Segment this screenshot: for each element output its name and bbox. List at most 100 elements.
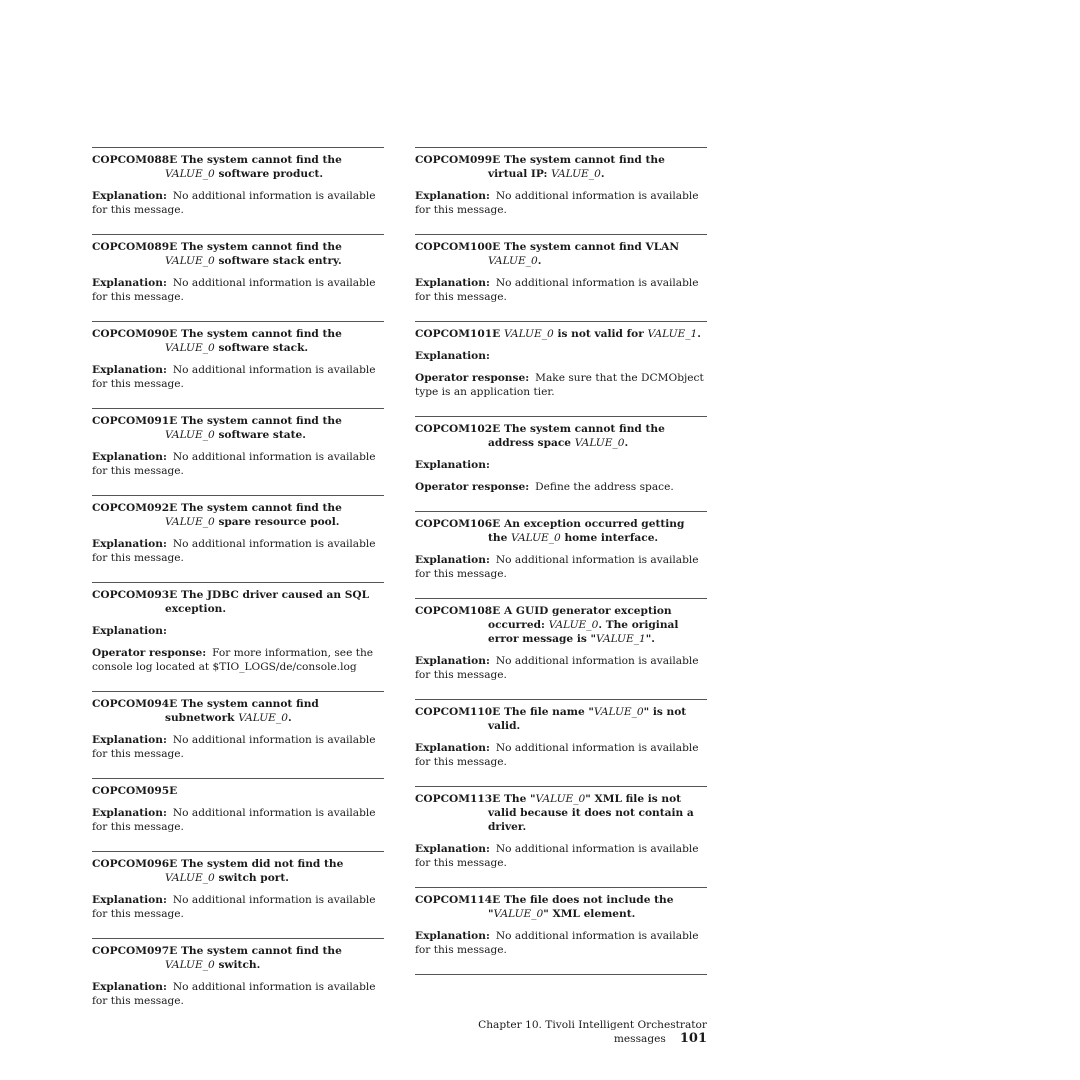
message-text: switch. [214,959,261,971]
explanation-paragraph: Explanation: No additional information is… [92,806,384,834]
message-title: COPCOM101E VALUE_0 is not valid for VALUE… [415,327,707,341]
message-variable: VALUE_0 [548,619,599,631]
explanation-label: Explanation: [92,734,167,746]
message-title: COPCOM110E The file name "VALUE_0" is not… [415,705,707,733]
message-text: switch port. [214,872,289,884]
message-entry: COPCOM101E VALUE_0 is not valid for VALUE… [415,321,707,399]
explanation-paragraph: Explanation: No additional information is… [415,276,707,304]
message-text: The " [504,793,536,805]
message-variable: VALUE_0 [165,255,215,267]
message-title: COPCOM102E The system cannot find the add… [415,422,707,450]
message-title: COPCOM090E The system cannot find the VAL… [92,327,384,355]
explanation-label: Explanation: [415,350,490,362]
message-variable: VALUE_1 [647,328,698,340]
message-code: COPCOM093E [92,589,178,601]
operator-response-paragraph: Operator response: Make sure that the DCM… [415,371,707,399]
message-title: COPCOM096E The system did not find the VA… [92,857,384,885]
message-title: COPCOM094E The system cannot find subnetw… [92,697,384,725]
message-code: COPCOM094E [92,698,178,710]
message-entry: COPCOM114E The file does not include the … [415,887,707,957]
message-code: COPCOM088E [92,154,178,166]
message-text: The system cannot find the [181,502,342,514]
explanation-paragraph: Explanation: No additional information is… [92,189,384,217]
message-variable: VALUE_1 [596,633,646,645]
message-text: software stack entry. [214,255,342,267]
page-footer: Chapter 10. Tivoli Intelligent Orchestra… [430,1019,707,1046]
message-text: . [537,255,542,267]
message-entry: COPCOM088E The system cannot find the VAL… [92,147,384,217]
message-title: COPCOM100E The system cannot find VLAN VA… [415,240,707,268]
explanation-label: Explanation: [92,807,167,819]
message-text: is not valid for [553,328,648,340]
explanation-paragraph: Explanation: [415,458,707,472]
message-entry: COPCOM091E The system cannot find the VAL… [92,408,384,478]
message-variable: VALUE_0 [593,706,644,718]
column-right: COPCOM099E The system cannot find the vir… [415,147,707,975]
message-title: COPCOM114E The file does not include the … [415,893,707,921]
explanation-paragraph: Explanation: No additional information is… [415,741,707,769]
message-title: COPCOM106E An exception occurred getting … [415,517,707,545]
explanation-label: Explanation: [415,554,490,566]
footer-chapter: Chapter 10. Tivoli Intelligent Orchestra… [478,1019,707,1045]
message-text: . [697,328,701,340]
message-variable: VALUE_0 [488,255,538,267]
message-entry: COPCOM110E The file name "VALUE_0" is not… [415,699,707,769]
message-code: COPCOM091E [92,415,178,427]
message-text: software stack. [214,342,309,354]
explanation-label: Explanation: [92,981,167,993]
message-text: ". [645,633,655,645]
operator-response-paragraph: Operator response: Define the address spa… [415,480,707,494]
message-entry: COPCOM089E The system cannot find the VAL… [92,234,384,304]
message-code: COPCOM110E [415,706,501,718]
explanation-paragraph: Explanation: No additional information is… [415,654,707,682]
message-text: The system cannot find the [181,241,342,253]
explanation-paragraph: Explanation: No additional information is… [415,929,707,957]
explanation-label: Explanation: [92,277,167,289]
explanation-label: Explanation: [415,655,490,667]
operator-response-label: Operator response: [415,481,530,493]
message-entry: COPCOM092E The system cannot find the VAL… [92,495,384,565]
explanation-paragraph: Explanation: No additional information is… [92,363,384,391]
message-variable: VALUE_0 [574,437,625,449]
explanation-label: Explanation: [415,930,490,942]
explanation-label: Explanation: [415,277,490,289]
explanation-label: Explanation: [92,538,167,550]
page-number: 101 [679,1031,707,1046]
message-text: The system cannot find the [181,945,342,957]
message-code: COPCOM100E [415,241,501,253]
message-variable: VALUE_0 [165,342,215,354]
explanation-paragraph: Explanation: No additional information is… [92,537,384,565]
message-text: The JDBC driver caused an SQL exception. [165,589,370,615]
message-entry: COPCOM106E An exception occurred getting … [415,511,707,581]
explanation-paragraph: Explanation: No additional information is… [415,553,707,581]
message-code: COPCOM102E [415,423,501,435]
message-code: COPCOM097E [92,945,178,957]
message-title: COPCOM097E The system cannot find the VAL… [92,944,384,972]
message-title: COPCOM088E The system cannot find the VAL… [92,153,384,181]
message-text: The system cannot find the [181,415,342,427]
message-entry: COPCOM102E The system cannot find the add… [415,416,707,494]
explanation-paragraph: Explanation: No additional information is… [92,893,384,921]
message-code: COPCOM096E [92,858,178,870]
explanation-label: Explanation: [92,190,167,202]
message-variable: VALUE_0 [238,712,288,724]
explanation-label: Explanation: [92,451,167,463]
column-left: COPCOM088E The system cannot find the VAL… [92,147,384,1025]
message-entry: COPCOM100E The system cannot find VLAN VA… [415,234,707,304]
message-title: COPCOM099E The system cannot find the vir… [415,153,707,181]
message-title: COPCOM113E The "VALUE_0" XML file is not … [415,792,707,834]
message-text: spare resource pool. [214,516,340,528]
message-code: COPCOM101E [415,328,501,340]
explanation-label: Explanation: [415,459,490,471]
message-text: The file name " [504,706,594,718]
message-title: COPCOM089E The system cannot find the VAL… [92,240,384,268]
message-title: COPCOM091E The system cannot find the VAL… [92,414,384,442]
message-code: COPCOM092E [92,502,178,514]
operator-response-label: Operator response: [92,647,207,659]
message-variable: VALUE_0 [535,793,586,805]
message-entry: COPCOM099E The system cannot find the vir… [415,147,707,217]
explanation-paragraph: Explanation: No additional information is… [415,842,707,870]
explanation-paragraph: Explanation: No additional information is… [92,980,384,1008]
message-entry: COPCOM108E A GUID generator exception occ… [415,598,707,682]
message-variable: VALUE_0 [165,516,215,528]
